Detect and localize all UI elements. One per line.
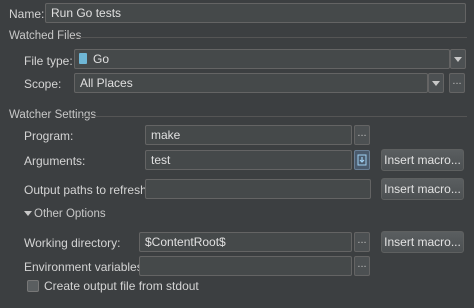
- name-input[interactable]: Run Go tests: [45, 3, 466, 23]
- section-divider: [72, 37, 467, 38]
- arguments-label: Arguments:: [24, 154, 86, 168]
- chevron-down-icon: [454, 57, 462, 62]
- working-directory-browse-button[interactable]: ...: [354, 232, 370, 252]
- expand-icon: [357, 154, 367, 166]
- chevron-down-icon: [432, 81, 440, 86]
- environment-variables-browse-button[interactable]: ...: [354, 256, 370, 276]
- watcher-settings-title: Watcher Settings: [9, 109, 97, 121]
- scope-browse-button[interactable]: ...: [449, 73, 465, 93]
- go-file-icon: [79, 53, 87, 65]
- file-type-label: File type:: [24, 54, 73, 68]
- file-type-select[interactable]: Go: [74, 49, 450, 69]
- program-input[interactable]: make: [145, 125, 352, 145]
- output-paths-label: Output paths to refresh:: [24, 183, 151, 197]
- working-directory-label: Working directory:: [24, 236, 121, 250]
- scope-dropdown-button[interactable]: [428, 73, 444, 93]
- scope-label: Scope:: [24, 77, 62, 91]
- watched-files-title: Watched Files: [9, 30, 82, 42]
- expand-arguments-button[interactable]: [354, 150, 370, 170]
- program-browse-button[interactable]: ...: [354, 125, 370, 145]
- create-output-file-checkbox[interactable]: [27, 280, 39, 292]
- insert-macro-button[interactable]: Insert macro...: [381, 178, 464, 200]
- other-options-title: Other Options: [34, 208, 106, 220]
- working-directory-input[interactable]: $ContentRoot$: [139, 232, 352, 252]
- output-paths-input[interactable]: [145, 179, 371, 199]
- create-output-file-label: Create output file from stdout: [44, 279, 199, 293]
- environment-variables-input[interactable]: [139, 256, 352, 276]
- insert-macro-button[interactable]: Insert macro...: [381, 231, 464, 253]
- environment-variables-label: Environment variables:: [24, 260, 147, 274]
- program-label: Program:: [24, 129, 74, 143]
- file-type-value: Go: [93, 52, 110, 66]
- expand-arrow-icon: [24, 211, 32, 216]
- file-type-dropdown-button[interactable]: [450, 49, 466, 69]
- scope-select[interactable]: All Places: [74, 73, 428, 93]
- arguments-input[interactable]: test: [145, 150, 352, 170]
- section-divider: [82, 116, 467, 117]
- insert-macro-button[interactable]: Insert macro...: [381, 149, 464, 171]
- name-label: Name:: [9, 7, 45, 21]
